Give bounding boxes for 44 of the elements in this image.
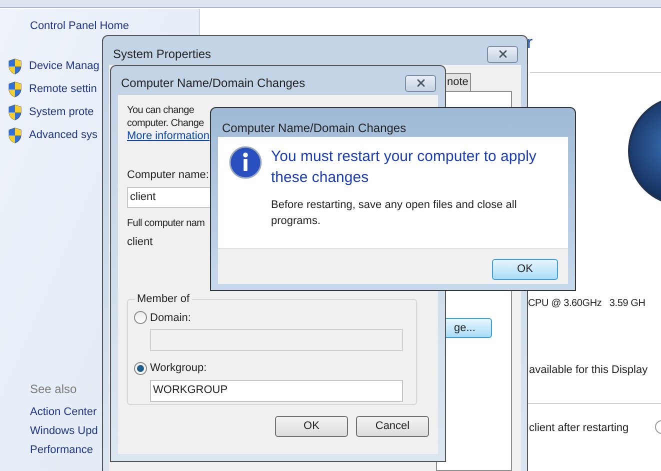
page-heading: r xyxy=(527,32,533,54)
sidebar-link[interactable]: Performance xyxy=(30,443,93,457)
window-title: Computer Name/Domain Changes xyxy=(222,120,406,137)
input-field[interactable]: WORKGROUP xyxy=(150,380,403,402)
processor-text: CPU @ 3.60GHz 3.59 GH xyxy=(528,297,646,311)
close-button[interactable] xyxy=(405,74,436,92)
sidebar-link[interactable]: System prote xyxy=(29,104,94,121)
field-label: Full computer nam xyxy=(127,216,205,230)
field-label: Computer name: xyxy=(127,168,209,183)
sidebar-link[interactable]: Windows Upd xyxy=(30,424,98,438)
section-heading: See also xyxy=(30,381,77,398)
input-field[interactable] xyxy=(150,329,403,351)
radio-label: Domain: xyxy=(150,310,191,326)
message-heading: You must restart your computer to apply these changes xyxy=(271,147,538,188)
radio-button[interactable] xyxy=(134,362,147,375)
info-icon xyxy=(229,146,262,179)
dialog-button[interactable]: OK xyxy=(275,416,348,437)
close-icon xyxy=(414,77,426,89)
window-title: Computer Name/Domain Changes xyxy=(121,75,306,92)
sidebar-link[interactable]: Device Manag xyxy=(29,58,100,75)
ok-button[interactable]: OK xyxy=(492,259,558,280)
intro-text: You can change xyxy=(127,104,194,117)
shield-icon xyxy=(7,81,23,98)
message-text: Before restarting, save any open files and close all programs. xyxy=(271,198,518,229)
group-label: Member of xyxy=(136,292,191,307)
more-information-link[interactable]: More information xyxy=(127,130,210,143)
pending-name-text: client after restarting xyxy=(529,421,629,436)
radio-label: Workgroup: xyxy=(150,361,207,376)
shield-icon xyxy=(7,58,23,75)
sidebar-link[interactable]: Control Panel Home xyxy=(30,19,130,33)
sidebar-link[interactable]: Advanced sys xyxy=(29,127,98,144)
dialog-button[interactable]: Cancel xyxy=(356,416,429,437)
close-button[interactable] xyxy=(487,46,518,62)
shield-icon xyxy=(7,104,23,121)
full-name-value: client xyxy=(127,234,153,250)
shield-icon xyxy=(7,127,23,144)
radio-button[interactable] xyxy=(134,311,147,324)
tab[interactable]: note xyxy=(444,73,472,91)
pen-touch-text: available for this Display xyxy=(529,363,648,378)
close-icon xyxy=(496,48,508,60)
sidebar-link[interactable]: Remote settin xyxy=(29,81,97,98)
window-title: System Properties xyxy=(113,46,212,63)
intro-text: computer. Change xyxy=(127,117,204,130)
sidebar-link[interactable]: Action Center xyxy=(30,405,97,419)
